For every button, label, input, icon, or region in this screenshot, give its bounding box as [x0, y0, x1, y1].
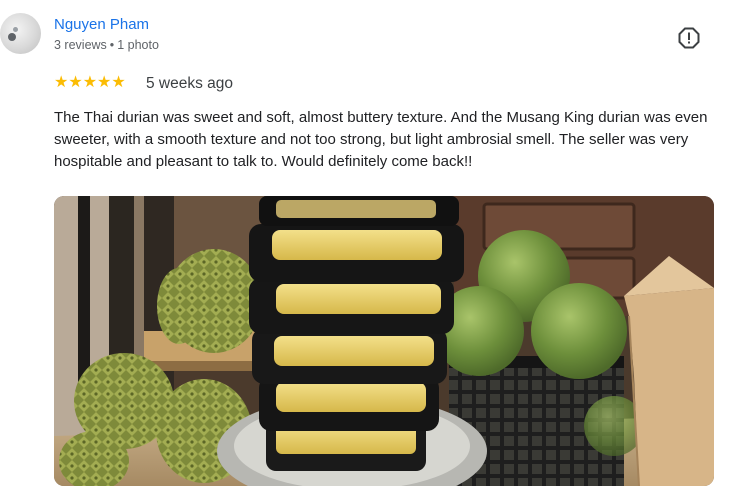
- photo-count: 1 photo: [117, 38, 159, 52]
- meta-separator: •: [109, 38, 115, 52]
- review-photo[interactable]: [54, 196, 714, 486]
- avatar[interactable]: [0, 13, 41, 54]
- avatar-shape: [13, 27, 18, 32]
- star-rating: ★★★★★: [54, 74, 126, 91]
- reviewer-name[interactable]: Nguyen Pham: [54, 16, 149, 33]
- review-count: 3 reviews: [54, 38, 107, 52]
- report-icon[interactable]: [678, 27, 700, 49]
- durian-photo-illustration: [54, 196, 714, 486]
- review-text: The Thai durian was sweet and soft, almo…: [54, 109, 708, 170]
- review-date: 5 weeks ago: [146, 75, 234, 92]
- avatar-shape: [8, 33, 16, 41]
- reviewer-meta: 3 reviews • 1 photo: [54, 38, 159, 52]
